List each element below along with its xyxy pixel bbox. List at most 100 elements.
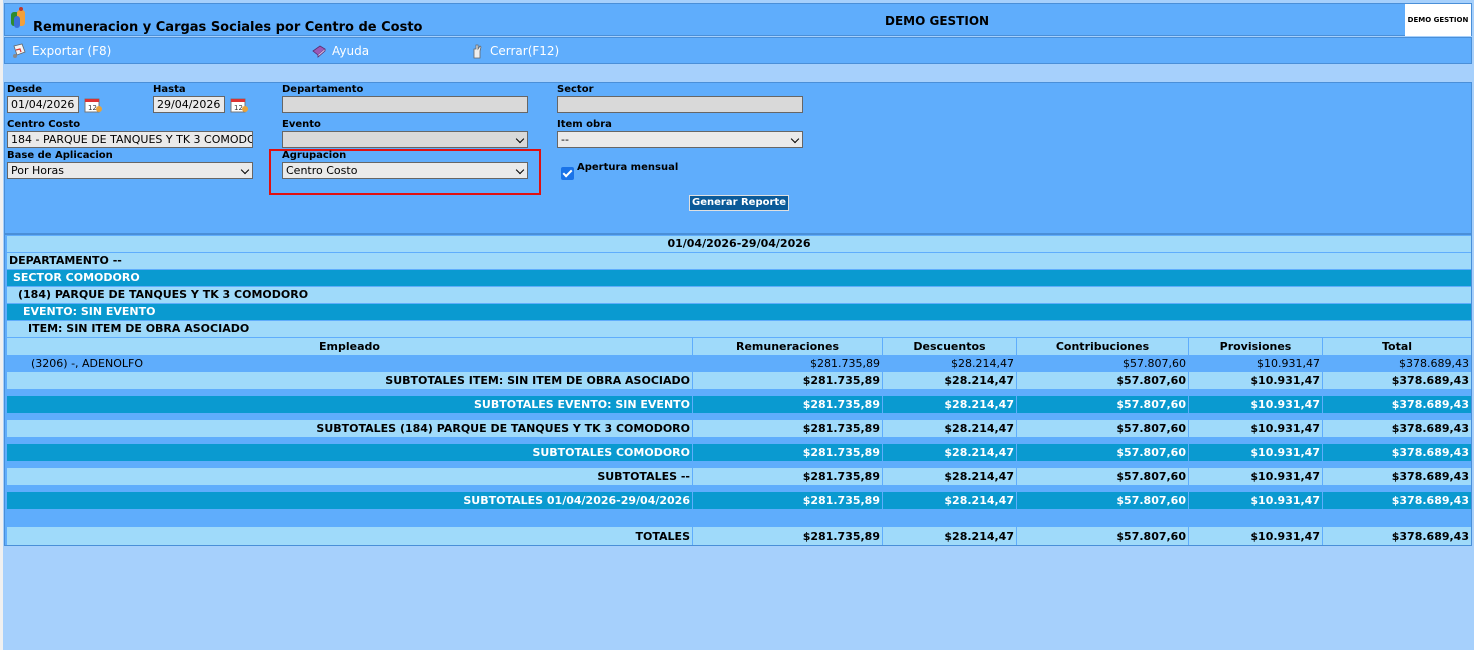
subtotal-descuentos: $28.214,47 bbox=[883, 444, 1017, 461]
subtotal-label: SUBTOTALES 01/04/2026-29/04/2026 bbox=[7, 492, 693, 509]
subtotal-remuneraciones: $281.735,89 bbox=[693, 372, 883, 389]
employee-row[interactable]: (3206) -, ADENOLFO $281.735,89 $28.214,4… bbox=[7, 355, 1471, 371]
company-name: DEMO GESTION bbox=[885, 14, 990, 28]
help-label: Ayuda bbox=[332, 44, 370, 58]
column-header-total: Total bbox=[1381, 340, 1413, 353]
subtotal-remuneraciones: $281.735,89 bbox=[693, 444, 883, 461]
subtotal-contribuciones: $57.807,60 bbox=[1017, 372, 1189, 389]
subtotal-provisiones: $10.931,47 bbox=[1189, 420, 1323, 437]
subtotal-remuneraciones: $281.735,89 bbox=[693, 468, 883, 485]
close-button[interactable]: Cerrar(F12) bbox=[469, 43, 559, 59]
centro-costo-input[interactable]: 184 - PARQUE DE TANQUES Y TK 3 COMODORO bbox=[7, 131, 253, 148]
desde-calendar-icon[interactable]: 12 bbox=[83, 96, 103, 114]
employee-provisiones: $10.931,47 bbox=[1189, 355, 1323, 371]
subtotal-total: $378.689,43 bbox=[1391, 398, 1469, 411]
subtotal-provisiones: $10.931,47 bbox=[1189, 444, 1323, 461]
evento-label: Evento bbox=[282, 119, 321, 130]
item-row: ITEM: SIN ITEM DE OBRA ASOCIADO bbox=[7, 321, 1471, 337]
column-header-empleado: Empleado bbox=[7, 338, 693, 355]
close-label: Cerrar(F12) bbox=[490, 44, 560, 58]
svg-text:12: 12 bbox=[88, 104, 97, 112]
totals-contribuciones: $57.807,60 bbox=[1017, 527, 1189, 545]
subtotal-total: $378.689,43 bbox=[1391, 470, 1469, 483]
export-icon bbox=[13, 43, 26, 58]
departamento-input[interactable] bbox=[282, 96, 528, 113]
subtotal-provisiones: $10.931,47 bbox=[1189, 396, 1323, 413]
totals-total: $378.689,43 bbox=[1391, 529, 1469, 543]
toolbar: Exportar (F8) Ayuda Cerrar(F12) bbox=[4, 37, 1472, 64]
hasta-date-input[interactable]: 29/04/2026 bbox=[153, 96, 225, 113]
app-logo-icon bbox=[11, 7, 25, 28]
totals-descuentos: $28.214,47 bbox=[883, 527, 1017, 545]
subtotal-centro-row: SUBTOTALES (184) PARQUE DE TANQUES Y TK … bbox=[7, 420, 1471, 437]
cost-center-row: (184) PARQUE DE TANQUES Y TK 3 COMODORO bbox=[7, 287, 1471, 303]
generate-report-button[interactable]: Generar Reporte bbox=[689, 195, 789, 211]
title-bar: Remuneracion y Cargas Sociales por Centr… bbox=[4, 3, 1472, 36]
subtotal-contribuciones: $57.807,60 bbox=[1017, 420, 1189, 437]
subtotal-contribuciones: $57.807,60 bbox=[1017, 444, 1189, 461]
subtotal-sector-row: SUBTOTALES COMODORO $281.735,89 $28.214,… bbox=[7, 444, 1471, 461]
employee-total: $378.689,43 bbox=[1399, 356, 1469, 370]
svg-text:12: 12 bbox=[234, 104, 243, 112]
subtotal-provisiones: $10.931,47 bbox=[1189, 372, 1323, 389]
desde-date-input[interactable]: 01/04/2026 bbox=[7, 96, 79, 113]
subtotal-label: SUBTOTALES (184) PARQUE DE TANQUES Y TK … bbox=[7, 420, 693, 437]
departamento-label: Departamento bbox=[282, 84, 364, 95]
subtotal-descuentos: $28.214,47 bbox=[883, 420, 1017, 437]
subtotal-descuentos: $28.214,47 bbox=[883, 492, 1017, 509]
department-row: DEPARTAMENTO -- bbox=[7, 253, 1471, 269]
apertura-mensual-checkbox[interactable] bbox=[561, 167, 574, 180]
apertura-mensual-label: Apertura mensual bbox=[577, 162, 679, 173]
subtotal-remuneraciones: $281.735,89 bbox=[693, 396, 883, 413]
subtotal-provisiones: $10.931,47 bbox=[1189, 468, 1323, 485]
subtotal-total: $378.689,43 bbox=[1391, 422, 1469, 435]
subtotal-provisiones: $10.931,47 bbox=[1189, 492, 1323, 509]
left-edge bbox=[0, 0, 3, 650]
period-header: 01/04/2026-29/04/2026 bbox=[7, 236, 1471, 252]
sector-label: Sector bbox=[557, 84, 594, 95]
totals-remuneraciones: $281.735,89 bbox=[693, 527, 883, 545]
desde-label: Desde bbox=[7, 84, 42, 95]
hasta-calendar-icon[interactable]: 12 bbox=[229, 96, 249, 114]
subtotal-contribuciones: $57.807,60 bbox=[1017, 468, 1189, 485]
report-panel: 01/04/2026-29/04/2026 DEPARTAMENTO -- SE… bbox=[4, 234, 1472, 546]
employee-name: (3206) -, ADENOLFO bbox=[7, 355, 693, 371]
subtotal-label: SUBTOTALES -- bbox=[7, 468, 693, 485]
subtotal-remuneraciones: $281.735,89 bbox=[693, 420, 883, 437]
event-row: EVENTO: SIN EVENTO bbox=[7, 304, 1471, 320]
filter-panel: Desde 01/04/2026 12 Hasta 29/04/2026 12 … bbox=[4, 82, 1472, 234]
help-button[interactable]: Ayuda bbox=[311, 43, 369, 59]
item-obra-label: Item obra bbox=[557, 119, 612, 130]
totals-label: TOTALES bbox=[7, 527, 693, 545]
subtotal-total: $378.689,43 bbox=[1391, 374, 1469, 387]
totals-row: TOTALES $281.735,89 $28.214,47 $57.807,6… bbox=[7, 527, 1471, 545]
export-button[interactable]: Exportar (F8) bbox=[11, 43, 111, 59]
employee-descuentos: $28.214,47 bbox=[883, 355, 1017, 371]
subtotal-descuentos: $28.214,47 bbox=[883, 468, 1017, 485]
column-header-contribuciones: Contribuciones bbox=[1017, 338, 1189, 355]
centro-costo-label: Centro Costo bbox=[7, 119, 81, 130]
employee-remuneraciones: $281.735,89 bbox=[693, 355, 883, 371]
agrupacion-label: Agrupacion bbox=[282, 150, 347, 161]
subtotal-label: SUBTOTALES COMODORO bbox=[7, 444, 693, 461]
subtotal-remuneraciones: $281.735,89 bbox=[693, 492, 883, 509]
sector-input[interactable] bbox=[557, 96, 803, 113]
subtotal-descuentos: $28.214,47 bbox=[883, 396, 1017, 413]
evento-select[interactable] bbox=[282, 131, 528, 148]
employee-contribuciones: $57.807,60 bbox=[1017, 355, 1189, 371]
window-title: Remuneracion y Cargas Sociales por Centr… bbox=[33, 20, 423, 35]
sector-row: SECTOR COMODORO bbox=[7, 270, 1471, 286]
base-aplicacion-select[interactable]: Por Horas bbox=[7, 162, 253, 179]
subtotal-total: $378.689,43 bbox=[1391, 494, 1469, 507]
subtotal-total: $378.689,43 bbox=[1391, 446, 1469, 459]
subtotal-period-row: SUBTOTALES 01/04/2026-29/04/2026 $281.73… bbox=[7, 492, 1471, 509]
subtotal-descuentos: $28.214,47 bbox=[883, 372, 1017, 389]
subtotal-departamento-row: SUBTOTALES -- $281.735,89 $28.214,47 $57… bbox=[7, 468, 1471, 485]
close-hand-icon bbox=[473, 44, 482, 59]
base-aplicacion-label: Base de Aplicacion bbox=[7, 150, 113, 161]
hasta-label: Hasta bbox=[153, 84, 186, 95]
help-book-icon bbox=[312, 45, 326, 58]
agrupacion-select[interactable]: Centro Costo bbox=[282, 162, 528, 179]
item-obra-select[interactable]: -- bbox=[557, 131, 803, 148]
subtotal-contribuciones: $57.807,60 bbox=[1017, 396, 1189, 413]
